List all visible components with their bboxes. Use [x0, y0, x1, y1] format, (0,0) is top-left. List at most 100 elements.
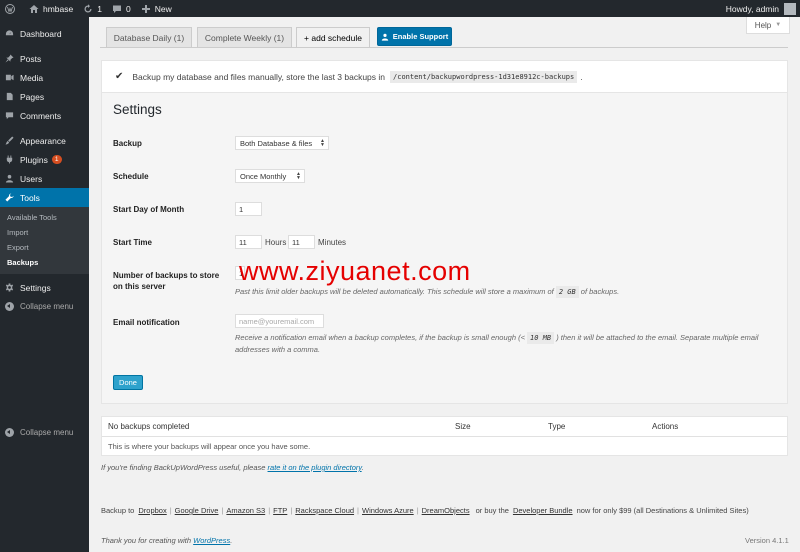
separator: | — [169, 506, 172, 515]
bundle-suffix: now for only $99 (all Destinations & Unl… — [576, 506, 749, 515]
page-icon — [5, 92, 14, 101]
submenu-available-tools[interactable]: Available Tools — [0, 210, 89, 225]
destination-ftp-link[interactable]: FTP — [273, 506, 287, 515]
brush-icon — [5, 136, 14, 145]
pin-icon — [5, 54, 14, 63]
empty-table-message: This is where your backups will appear o… — [108, 442, 311, 451]
menu-posts[interactable]: Posts — [0, 49, 89, 68]
updates-count: 1 — [97, 3, 102, 14]
collapse-menu-button-bottom[interactable]: Collapse menu — [0, 423, 73, 442]
tab-add-schedule[interactable]: + add schedule — [296, 27, 370, 48]
email-input[interactable]: name@youremail.com — [235, 314, 324, 328]
done-button[interactable]: Done — [113, 375, 143, 390]
new-content-link[interactable]: New — [136, 0, 177, 17]
tools-submenu: Available Tools Import Export Backups — [0, 207, 89, 274]
email-label: Email notification — [113, 318, 180, 327]
collapse-label: Collapse menu — [20, 302, 74, 311]
backup-path: /content/backupwordpress-1d31e8912c-back… — [390, 70, 578, 83]
collapse-icon — [5, 302, 14, 311]
email-description: Receive a notification email when a back… — [235, 332, 765, 356]
menu-appearance[interactable]: Appearance — [0, 131, 89, 150]
wordpress-logo[interactable] — [0, 0, 24, 17]
schedule-notice: ✔ Backup my database and files manually,… — [101, 60, 788, 93]
comments-link[interactable]: 0 — [107, 0, 136, 17]
submenu-backups[interactable]: Backups — [0, 255, 89, 270]
plugin-rating-note: If you're finding BackUpWordPress useful… — [101, 463, 364, 472]
email-desc-1: Receive a notification email when a back… — [235, 333, 525, 342]
backup-type-value: Both Database & files — [240, 138, 313, 148]
wordpress-link[interactable]: WordPress — [193, 536, 230, 545]
column-header-type: Type — [548, 422, 566, 431]
caret-down-icon: ▼ — [775, 22, 782, 28]
media-icon — [5, 73, 14, 82]
tab-complete-weekly[interactable]: Complete Weekly (1) — [197, 27, 292, 48]
tab-database-daily[interactable]: Database Daily (1) — [106, 27, 192, 48]
help-label: Help — [754, 20, 772, 30]
destination-google-drive-link[interactable]: Google Drive — [175, 506, 219, 515]
dashboard-icon — [5, 29, 14, 38]
greeting: Howdy, admin — [725, 3, 779, 14]
num-backups-label: Number of backups to store on this serve… — [113, 271, 220, 291]
menu-label: Users — [20, 173, 43, 184]
menu-label: Comments — [20, 110, 62, 121]
or-buy-text: or buy the — [475, 506, 509, 515]
separator: | — [357, 506, 359, 515]
wordpress-icon — [5, 3, 15, 14]
email-desc-3: addresses with a comma. — [235, 345, 321, 354]
watermark-text: www.ziyuanet.com — [239, 256, 471, 286]
column-header-status: No backups completed — [108, 422, 190, 431]
collapse-menu-button[interactable]: Collapse menu — [0, 297, 89, 316]
destination-windows-azure-link[interactable]: Windows Azure — [362, 506, 414, 515]
comment-icon — [112, 5, 121, 13]
menu-dashboard[interactable]: Dashboard — [0, 24, 89, 43]
select-arrows-icon: ▲ ▼ — [320, 138, 325, 148]
menu-plugins[interactable]: Plugins 1 — [0, 150, 89, 169]
destination-dropbox-link[interactable]: Dropbox — [138, 506, 166, 515]
tab-label: + add schedule — [304, 33, 362, 43]
home-icon — [29, 4, 39, 13]
separator: | — [416, 506, 419, 515]
enable-support-button[interactable]: Enable Support — [377, 27, 452, 46]
site-name-link[interactable]: hmbase — [24, 0, 78, 17]
menu-media[interactable]: Media — [0, 68, 89, 87]
menu-settings[interactable]: Settings — [0, 278, 89, 297]
menu-users[interactable]: Users — [0, 169, 89, 188]
settings-icon — [5, 283, 14, 292]
refresh-icon — [84, 3, 92, 12]
schedule-select[interactable]: Once Monthly ▲ ▼ — [235, 169, 305, 183]
menu-tools[interactable]: Tools — [0, 188, 89, 207]
minutes-input[interactable]: 11 — [288, 235, 315, 249]
menu-label: Appearance — [20, 135, 66, 146]
start-day-input[interactable]: 1 — [235, 202, 262, 216]
destination-dreamobjects-link[interactable]: DreamObjects — [422, 506, 470, 515]
destination-amazon-s3-link[interactable]: Amazon S3 — [226, 506, 265, 515]
start-day-label: Start Day of Month — [113, 205, 185, 214]
num-backups-desc-1: Past this limit older backups will be de… — [235, 287, 554, 296]
separator: | — [290, 506, 293, 515]
rate-plugin-link[interactable]: rate it on the plugin directory — [268, 463, 362, 472]
comments-count: 0 — [125, 3, 131, 14]
backup-type-select[interactable]: Both Database & files ▲ ▼ — [235, 136, 329, 150]
separator: | — [268, 506, 271, 515]
menu-comments[interactable]: Comments — [0, 106, 89, 125]
submenu-import[interactable]: Import — [0, 225, 89, 240]
updates-link[interactable]: 1 — [78, 0, 107, 17]
email-size-value: 10 MB — [527, 332, 555, 344]
menu-label: Settings — [20, 282, 51, 293]
tab-divider — [100, 47, 788, 48]
submenu-export[interactable]: Export — [0, 240, 89, 255]
my-account-link[interactable]: Howdy, admin — [721, 0, 800, 17]
help-tab-button[interactable]: Help ▼ — [746, 17, 790, 34]
destination-rackspace-link[interactable]: Rackspace Cloud — [295, 506, 354, 515]
backup-label: Backup — [113, 139, 142, 148]
developer-bundle-link[interactable]: Developer Bundle — [513, 506, 573, 515]
enable-support-label: Enable Support — [392, 32, 449, 41]
menu-pages[interactable]: Pages — [0, 87, 89, 106]
site-name: hmbase — [43, 3, 74, 14]
table-divider — [102, 436, 787, 437]
footer-thankyou: Thank you for creating with WordPress. — [101, 536, 232, 545]
separator: | — [221, 506, 224, 515]
hours-input[interactable]: 11 — [235, 235, 262, 249]
done-label: Done — [119, 378, 137, 387]
wrench-icon — [5, 193, 14, 202]
